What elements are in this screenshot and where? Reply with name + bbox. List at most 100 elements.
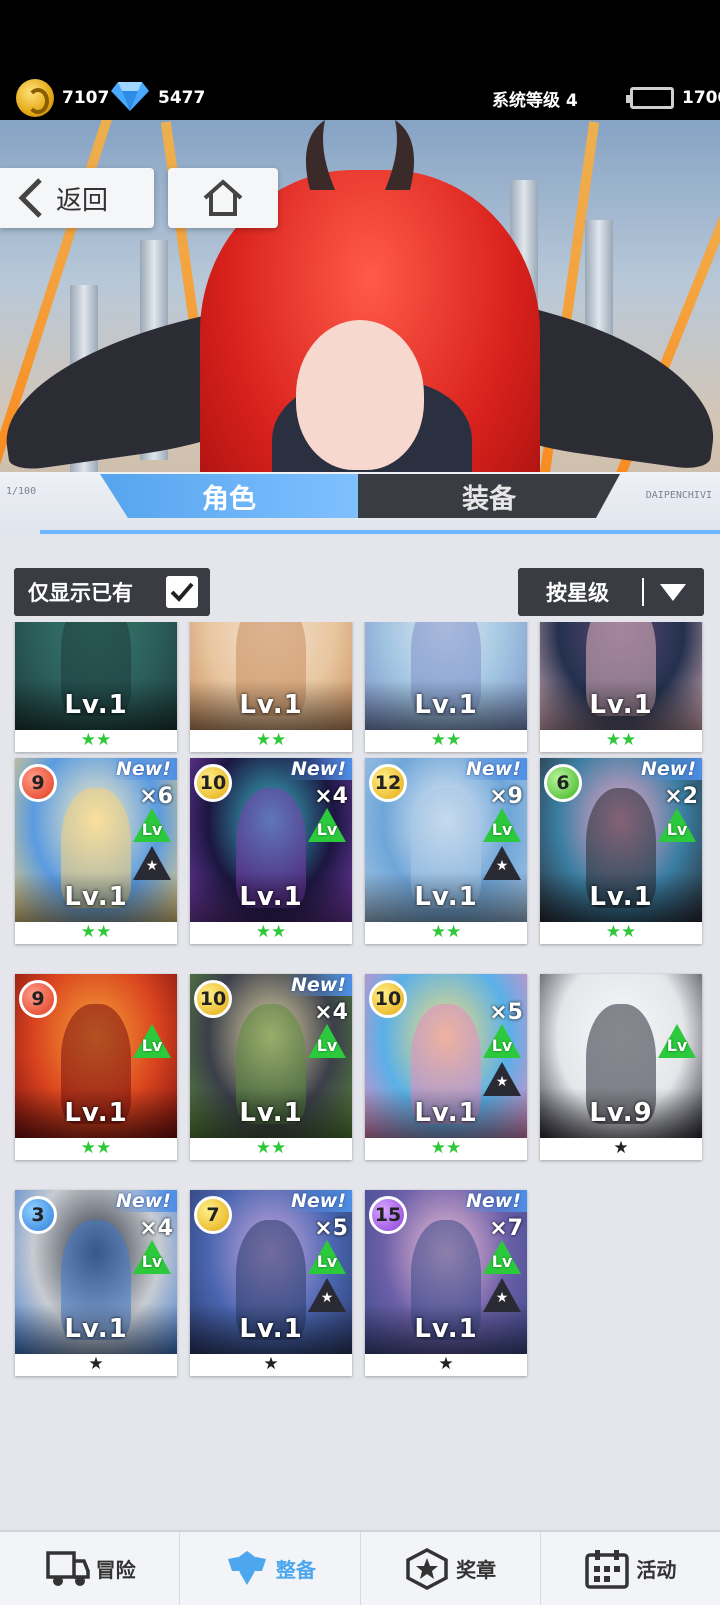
tab-characters-label: 角色 (202, 483, 256, 515)
deco-text-left: 1/100 (6, 486, 37, 497)
nav-adventure-label: 冒险 (95, 1558, 136, 1582)
star-rating: ★★ (80, 922, 112, 942)
nav-medals[interactable]: 奖章 (361, 1532, 541, 1605)
level-up-icon: Lv (658, 808, 696, 842)
character-card[interactable]: ★Lv.1★★ (190, 622, 352, 752)
duplicate-count: ×9 (489, 784, 523, 809)
rank-badge: 10 (194, 980, 232, 1018)
character-face (296, 320, 424, 470)
stamina-amount: 1700 (682, 88, 720, 108)
star-rating: ★ (263, 1354, 279, 1374)
character-card[interactable]: 3 New! ×4 Lv Lv.1 ★ (15, 1190, 177, 1376)
crystal-icon (227, 1550, 266, 1585)
sort-label: 按星级 (546, 581, 609, 605)
new-tag: New! (109, 758, 177, 780)
new-tag: New! (109, 1190, 177, 1212)
new-tag: New! (284, 758, 352, 780)
tab-characters[interactable]: 角色 (100, 474, 358, 518)
character-card[interactable]: ★Lv.1★★ (365, 622, 527, 752)
star-rating: ★★ (80, 730, 112, 750)
tab-equipment[interactable]: 装备 (358, 474, 620, 518)
star-rating: ★★ (255, 1138, 287, 1158)
character-card[interactable]: 12 New! ×9 Lv ★ Lv.1 ★★ (365, 758, 527, 944)
sort-separator (642, 578, 644, 606)
level-label: Lv.1 (414, 690, 478, 720)
rank-badge: 6 (544, 764, 582, 802)
nav-events[interactable]: 活动 (541, 1532, 720, 1605)
deco-text-right: DAIPENCHIVI (645, 490, 712, 501)
rank-badge: 15 (369, 1196, 407, 1234)
star-up-icon: ★ (308, 1278, 346, 1312)
star-rating: ★★ (430, 922, 462, 942)
checkbox[interactable] (166, 576, 198, 608)
new-tag: New! (459, 1190, 527, 1212)
level-up-icon: Lv (483, 1240, 521, 1274)
star-rating: ★★ (255, 922, 287, 942)
character-card[interactable]: 10 New! ×4 Lv Lv.1 ★★ (190, 974, 352, 1160)
star-up-icon: ★ (483, 1062, 521, 1096)
star-up-icon: ★ (483, 1278, 521, 1312)
diamond-icon (110, 80, 150, 117)
home-button[interactable] (168, 168, 278, 228)
bottom-nav: 冒险 整备 奖章 活动 (0, 1530, 720, 1605)
level-up-icon: Lv (133, 808, 171, 842)
nav-medals-label: 奖章 (456, 1558, 497, 1582)
star-rating: ★ (88, 1354, 104, 1374)
level-label: Lv.1 (589, 690, 653, 720)
back-label: 返回 (56, 185, 109, 216)
character-card[interactable]: 7 New! ×5 Lv ★ Lv.1 ★ (190, 1190, 352, 1376)
duplicate-count: ×4 (139, 1216, 173, 1241)
level-label: Lv.1 (64, 690, 128, 720)
star-up-icon: ★ (133, 846, 171, 880)
level-up-icon: Lv (133, 1240, 171, 1274)
level-label: Lv.1 (239, 1098, 303, 1128)
nav-prepare-label: 整备 (275, 1558, 316, 1582)
character-card[interactable]: 10 ×5 Lv ★ Lv.1 ★★ (365, 974, 527, 1160)
sort-dropdown[interactable]: 按星级 (518, 568, 704, 616)
character-card[interactable]: ★Lv.1★★ (540, 622, 702, 752)
level-up-icon: Lv (308, 808, 346, 842)
divider (40, 530, 720, 534)
duplicate-count: ×6 (139, 784, 173, 809)
star-up-icon: ★ (483, 846, 521, 880)
new-tag: New! (284, 1190, 352, 1212)
system-level: 系统等级 4 (492, 80, 578, 116)
character-card[interactable]: 10 New! ×4 Lv Lv.1 ★★ (190, 758, 352, 944)
rank-badge: 10 (194, 764, 232, 802)
level-label: Lv.1 (414, 1314, 478, 1344)
star-rating: ★ (613, 1138, 629, 1158)
character-card[interactable]: Lv Lv.9 ★ (540, 974, 702, 1160)
level-label: Lv.1 (239, 690, 303, 720)
level-up-icon: Lv (658, 1024, 696, 1058)
horns-icon (305, 120, 415, 190)
character-card[interactable]: 9 Lv Lv.1 ★★ (15, 974, 177, 1160)
star-rating: ★ (438, 1354, 454, 1374)
nav-adventure[interactable]: 冒险 (0, 1532, 181, 1605)
duplicate-count: ×4 (314, 784, 348, 809)
character-card[interactable]: Lv.1 ★★ (15, 622, 177, 752)
back-button[interactable]: 返回 (0, 168, 154, 228)
system-level-text: 系统等级 4 (492, 90, 578, 111)
duplicate-count: ×2 (664, 784, 698, 809)
rank-badge: 3 (19, 1196, 57, 1234)
battery-icon (626, 87, 674, 109)
nav-prepare[interactable]: 整备 (180, 1532, 361, 1605)
star-rating: ★★ (80, 1138, 112, 1158)
star-rating: ★★ (605, 730, 637, 750)
level-label: Lv.1 (239, 882, 303, 912)
calendar-icon (585, 1549, 630, 1589)
truck-icon (45, 1550, 90, 1586)
owned-only-toggle[interactable]: 仅显示已有 (14, 568, 210, 616)
rank-badge: 10 (369, 980, 407, 1018)
character-card[interactable]: 9 New! ×6 Lv ★ Lv.1 ★★ (15, 758, 177, 944)
duplicate-count: ×5 (314, 1216, 348, 1241)
level-label: Lv.1 (239, 1314, 303, 1344)
stamina-display: 1700 (626, 80, 720, 116)
character-card[interactable]: 6 New! ×2 Lv Lv.1 ★★ (540, 758, 702, 944)
diamond-amount: 5477 (158, 88, 206, 108)
level-label: Lv.1 (589, 882, 653, 912)
duplicate-count: ×5 (489, 1000, 523, 1025)
character-card[interactable]: 15 New! ×7 Lv ★ Lv.1 ★ (365, 1190, 527, 1376)
tabs: 角色 装备 (100, 474, 620, 518)
diamond-display: 5477 (110, 80, 205, 116)
